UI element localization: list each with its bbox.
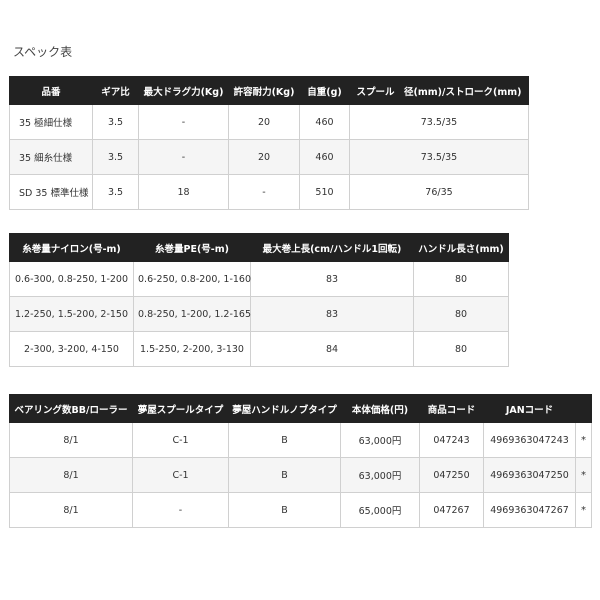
cell-weight: 460 [299,104,350,140]
cell-allowable-strength: 20 [228,139,300,175]
cell-note-mark: * [575,457,592,493]
cell-nylon-capacity: 0.6-300, 0.8-250, 1-200 [9,261,134,297]
cell-max-drag: - [138,104,229,140]
col-header-weight: 自重(g) [299,76,350,105]
cell-note-mark: * [575,492,592,528]
cell-nylon-capacity: 2-300, 3-200, 4-150 [9,331,134,367]
cell-product-code: 047250 [419,457,484,493]
cell-gear-ratio: 3.5 [92,104,139,140]
table-row: 8/1 C-1 B 63,000円 047250 4969363047250 * [9,457,592,493]
col-header-gear-ratio: ギア比 [92,76,139,105]
table-row: 0.6-300, 0.8-250, 1-200 0.6-250, 0.8-200… [9,261,509,297]
col-header-model: 品番 [9,76,93,105]
cell-bearings: 8/1 [9,492,133,528]
cell-nylon-capacity: 1.2-250, 1.5-200, 2-150 [9,296,134,332]
cell-price: 65,000円 [340,492,420,528]
col-header-spool: スプール 径(mm)/ストローク(mm) [349,76,529,105]
table-row: 1.2-250, 1.5-200, 2-150 0.8-250, 1-200, … [9,296,509,332]
table-row: SD 35 標準仕様 3.5 18 - 510 76/35 [9,174,529,210]
cell-weight: 460 [299,139,350,175]
table-row: 35 細糸仕様 3.5 - 20 460 73.5/35 [9,139,529,175]
cell-model: SD 35 標準仕様 [9,174,93,210]
cell-handle-knob-type: B [228,492,341,528]
cell-spool-type: C-1 [132,422,229,458]
cell-jan-code: 4969363047267 [483,492,576,528]
col-header-product-code: 商品コード [419,394,484,423]
cell-bearings: 8/1 [9,422,133,458]
col-header-max-retrieve: 最大巻上長(cm/ハンドル1回転) [250,233,414,262]
spec-table-price-codes: ベアリング数BB/ローラー 夢屋スプールタイプ 夢屋ハンドルノブタイプ 本体価格… [9,394,592,528]
cell-product-code: 047267 [419,492,484,528]
cell-handle-knob-type: B [228,422,341,458]
col-header-nylon-capacity: 糸巻量ナイロン(号-m) [9,233,134,262]
col-header-pe-capacity: 糸巻量PE(号-m) [133,233,251,262]
cell-spool-type: C-1 [132,457,229,493]
spec-table-line-capacity: 糸巻量ナイロン(号-m) 糸巻量PE(号-m) 最大巻上長(cm/ハンドル1回転… [9,233,509,367]
table-header-row: 品番 ギア比 最大ドラグ力(Kg) 許容耐力(Kg) 自重(g) スプール 径(… [9,76,529,105]
cell-max-drag: 18 [138,174,229,210]
cell-note-mark: * [575,422,592,458]
table-row: 35 極細仕様 3.5 - 20 460 73.5/35 [9,104,529,140]
col-header-spool-type: 夢屋スプールタイプ [132,394,229,423]
cell-allowable-strength: - [228,174,300,210]
cell-allowable-strength: 20 [228,104,300,140]
cell-spool: 73.5/35 [349,139,529,175]
cell-handle-knob-type: B [228,457,341,493]
cell-jan-code: 4969363047250 [483,457,576,493]
page-title: スペック表 [13,45,73,59]
cell-model: 35 細糸仕様 [9,139,93,175]
cell-pe-capacity: 0.6-250, 0.8-200, 1-160 [133,261,251,297]
cell-spool-type: - [132,492,229,528]
col-header-max-drag: 最大ドラグ力(Kg) [138,76,229,105]
col-header-bearings: ベアリング数BB/ローラー [9,394,133,423]
cell-pe-capacity: 0.8-250, 1-200, 1.2-165 [133,296,251,332]
col-header-price: 本体価格(円) [340,394,420,423]
cell-bearings: 8/1 [9,457,133,493]
col-header-handle-knob-type: 夢屋ハンドルノブタイプ [228,394,341,423]
cell-max-retrieve: 83 [250,296,414,332]
cell-weight: 510 [299,174,350,210]
cell-price: 63,000円 [340,457,420,493]
table-row: 2-300, 3-200, 4-150 1.5-250, 2-200, 3-13… [9,331,509,367]
cell-max-retrieve: 84 [250,331,414,367]
table-header-row: 糸巻量ナイロン(号-m) 糸巻量PE(号-m) 最大巻上長(cm/ハンドル1回転… [9,233,509,262]
cell-pe-capacity: 1.5-250, 2-200, 3-130 [133,331,251,367]
cell-handle-length: 80 [413,261,509,297]
cell-max-retrieve: 83 [250,261,414,297]
col-header-allowable-strength: 許容耐力(Kg) [228,76,300,105]
table-header-row: ベアリング数BB/ローラー 夢屋スプールタイプ 夢屋ハンドルノブタイプ 本体価格… [9,394,592,423]
table-row: 8/1 C-1 B 63,000円 047243 4969363047243 * [9,422,592,458]
spec-table-model: 品番 ギア比 最大ドラグ力(Kg) 許容耐力(Kg) 自重(g) スプール 径(… [9,76,529,210]
cell-model: 35 極細仕様 [9,104,93,140]
col-header-jan-code: JANコード [483,394,576,423]
cell-handle-length: 80 [413,331,509,367]
cell-gear-ratio: 3.5 [92,139,139,175]
cell-price: 63,000円 [340,422,420,458]
col-header-handle-length: ハンドル長さ(mm) [413,233,509,262]
col-header-note [575,394,592,423]
cell-handle-length: 80 [413,296,509,332]
cell-spool: 76/35 [349,174,529,210]
cell-product-code: 047243 [419,422,484,458]
cell-gear-ratio: 3.5 [92,174,139,210]
table-row: 8/1 - B 65,000円 047267 4969363047267 * [9,492,592,528]
cell-spool: 73.5/35 [349,104,529,140]
cell-jan-code: 4969363047243 [483,422,576,458]
cell-max-drag: - [138,139,229,175]
